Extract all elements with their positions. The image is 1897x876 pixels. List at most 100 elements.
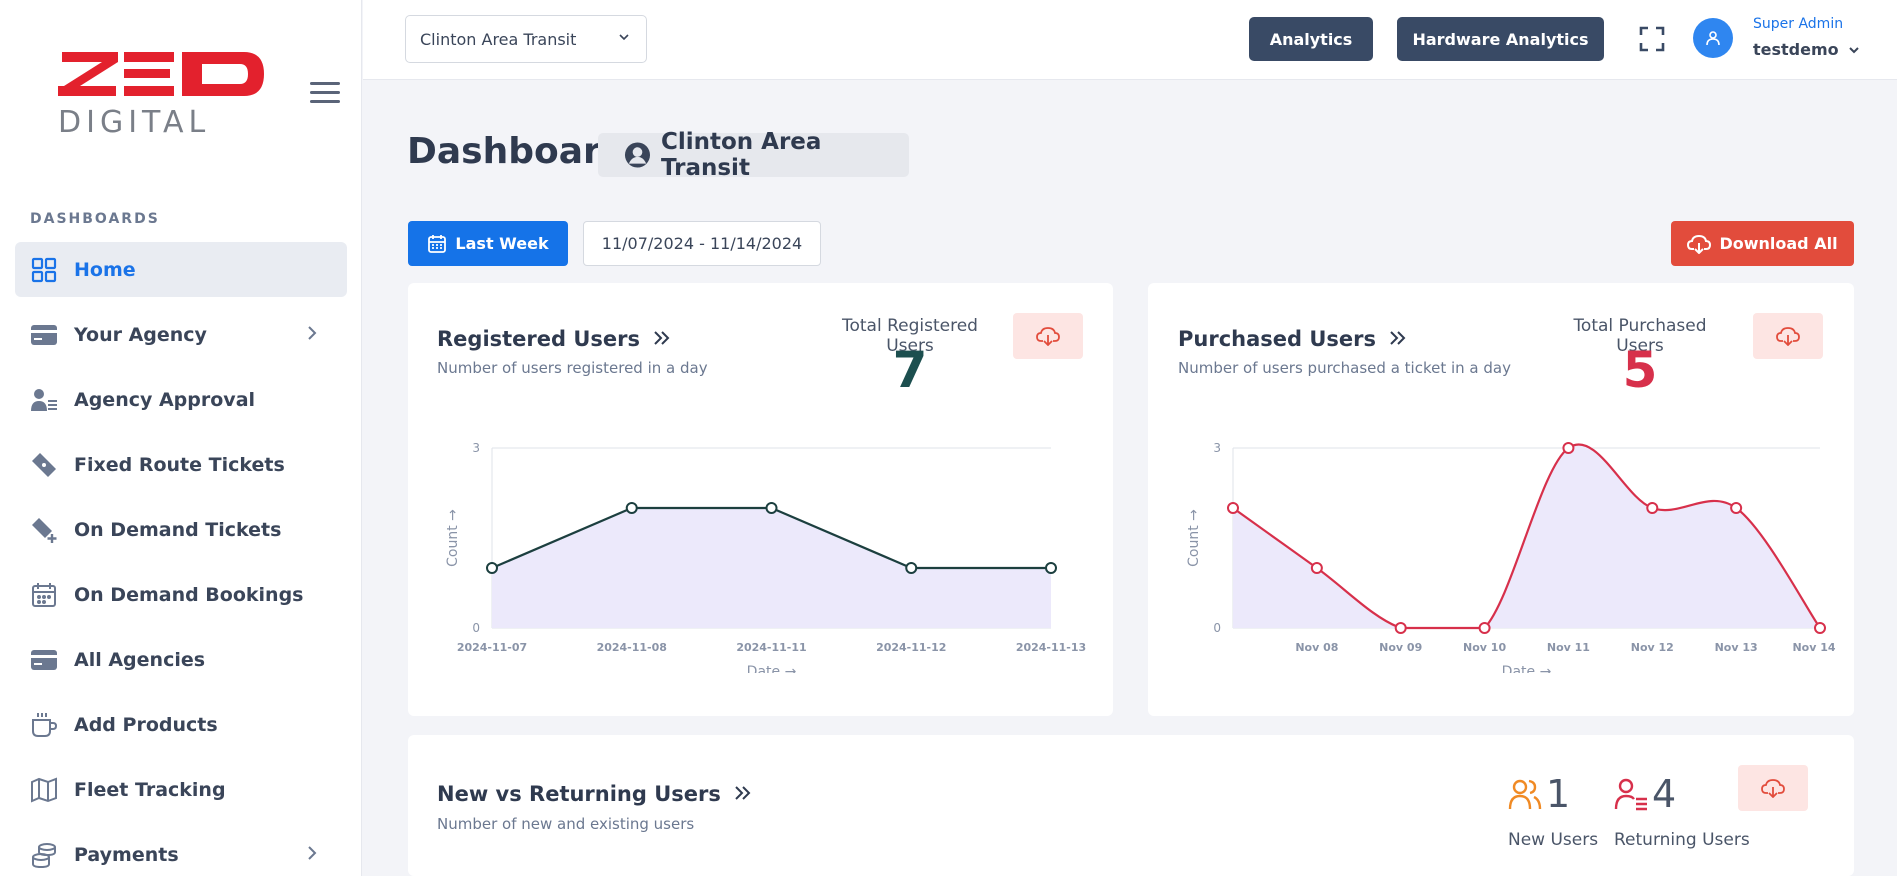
menu-toggle-icon[interactable] xyxy=(310,82,340,106)
sidebar-item-your-agency[interactable]: Your Agency xyxy=(15,307,347,362)
cup-icon xyxy=(30,711,58,739)
y-tick-label: 0 xyxy=(1213,621,1221,635)
x-tick-label: Nov 14 xyxy=(1792,641,1835,654)
avatar[interactable] xyxy=(1693,18,1733,58)
data-point xyxy=(1310,562,1323,574)
y-tick-label: 0 xyxy=(472,621,480,635)
download-all-button[interactable]: Download All xyxy=(1671,221,1854,266)
purchased-users-title-text: Purchased Users xyxy=(1178,327,1377,351)
registered-users-card: Registered Users Number of users registe… xyxy=(408,283,1113,716)
sidebar-item-fleet-tracking[interactable]: Fleet Tracking xyxy=(15,762,347,817)
data-point xyxy=(1045,562,1057,574)
sidebar-item-fixed-route-tickets[interactable]: Fixed Route Tickets xyxy=(15,437,347,492)
new-vs-returning-card: New vs Returning Users Number of new and… xyxy=(408,735,1854,876)
sidebar-item-label: All Agencies xyxy=(74,648,206,671)
data-point xyxy=(1814,622,1826,634)
cloud-download-icon xyxy=(1687,234,1712,254)
sidebar-item-agency-approval[interactable]: Agency Approval xyxy=(15,372,347,427)
chevron-down-icon xyxy=(619,34,629,41)
x-tick-label: Nov 12 xyxy=(1631,641,1674,654)
sidebar-item-on-demand-tickets[interactable]: On Demand Tickets xyxy=(15,502,347,557)
double-chevron-right-icon xyxy=(654,331,670,345)
sidebar-item-on-demand-bookings[interactable]: On Demand Bookings xyxy=(15,567,347,622)
y-tick-label: 3 xyxy=(472,441,480,455)
x-axis-label: Date → xyxy=(747,664,797,673)
user-list-icon xyxy=(30,386,58,414)
new-users-label: New Users xyxy=(1508,830,1599,850)
total-registered-value: 7 xyxy=(892,341,928,399)
user-circle-icon xyxy=(624,142,651,168)
data-point xyxy=(1646,502,1659,514)
user-list-icon xyxy=(1614,778,1647,811)
cloud-download-icon xyxy=(1036,327,1060,346)
username-dropdown[interactable]: testdemo xyxy=(1753,40,1860,59)
registered-users-subtitle: Number of users registered in a day xyxy=(437,359,708,377)
x-tick-label: Nov 13 xyxy=(1715,641,1758,654)
last-week-label: Last Week xyxy=(455,234,549,253)
svg-text:DIGITAL: DIGITAL xyxy=(58,105,210,136)
sidebar-item-home[interactable]: Home xyxy=(15,242,347,297)
y-tick-label: 3 xyxy=(1213,441,1221,455)
total-purchased-value: 5 xyxy=(1622,341,1658,399)
x-tick-label: 2024-11-08 xyxy=(597,641,667,654)
analytics-button[interactable]: Analytics xyxy=(1249,17,1373,61)
double-chevron-right-icon xyxy=(1390,331,1406,345)
sidebar-nav: Home Your Agency Agency Approval Fixed R… xyxy=(15,242,347,876)
last-week-button[interactable]: Last Week xyxy=(408,221,568,266)
sidebar: DIGITAL DASHBOARDS Home Your Agency Agen… xyxy=(0,0,362,876)
returning-users-label: Returning Users xyxy=(1614,830,1750,850)
hardware-analytics-button[interactable]: Hardware Analytics xyxy=(1397,17,1604,61)
registered-download-button[interactable] xyxy=(1013,313,1083,359)
x-tick-label: 2024-11-07 xyxy=(457,641,527,654)
sidebar-item-payments[interactable]: Payments xyxy=(15,827,347,876)
x-tick-label: Nov 09 xyxy=(1379,641,1422,654)
data-point xyxy=(625,502,638,514)
coins-icon xyxy=(30,841,58,869)
data-point xyxy=(1227,502,1239,514)
x-tick-label: Nov 10 xyxy=(1463,641,1506,654)
sidebar-item-add-products[interactable]: Add Products xyxy=(15,697,347,752)
sidebar-item-label: Add Products xyxy=(74,713,218,736)
username: testdemo xyxy=(1753,40,1839,59)
agency-select-value: Clinton Area Transit xyxy=(420,29,577,49)
agency-select[interactable]: Clinton Area Transit xyxy=(405,15,647,63)
data-point xyxy=(1730,502,1743,514)
new-users-count: 1 xyxy=(1546,772,1571,816)
sidebar-item-label: Your Agency xyxy=(74,323,207,346)
date-range-input[interactable]: 11/07/2024 - 11/14/2024 xyxy=(583,221,821,266)
new-vs-returning-title[interactable]: New vs Returning Users xyxy=(437,782,752,806)
card-icon xyxy=(30,646,58,674)
purchased-download-button[interactable] xyxy=(1753,313,1823,359)
ticket-icon xyxy=(30,451,58,479)
chevron-right-icon xyxy=(308,846,317,860)
sidebar-item-label: Payments xyxy=(74,843,179,866)
data-point xyxy=(765,502,778,514)
grid-icon xyxy=(30,256,58,284)
returning-users-stat: 4 xyxy=(1614,772,1676,816)
new-vs-returning-download-button[interactable] xyxy=(1738,765,1808,811)
y-axis-label: Count → xyxy=(1186,509,1202,567)
chevron-right-icon xyxy=(308,326,317,340)
x-tick-label: Nov 11 xyxy=(1547,641,1590,654)
user-role: Super Admin xyxy=(1753,16,1844,32)
y-axis-label: Count → xyxy=(445,509,461,567)
x-tick-label: 2024-11-12 xyxy=(876,641,946,654)
purchased-users-title[interactable]: Purchased Users xyxy=(1178,327,1407,351)
purchased-users-subtitle: Number of users purchased a ticket in a … xyxy=(1178,359,1511,377)
fullscreen-icon[interactable] xyxy=(1638,25,1666,53)
new-vs-returning-title-text: New vs Returning Users xyxy=(437,782,721,806)
data-point xyxy=(1394,622,1407,634)
cloud-download-icon xyxy=(1776,327,1800,346)
data-point xyxy=(905,562,918,574)
cloud-download-icon xyxy=(1761,779,1785,798)
agency-chip-label: Clinton Area Transit xyxy=(660,129,822,181)
sidebar-item-label: On Demand Tickets xyxy=(74,518,282,541)
page-title: Dashboard xyxy=(407,131,627,172)
zed-digital-logo: DIGITAL xyxy=(58,52,264,136)
double-chevron-right-icon xyxy=(735,786,751,800)
returning-users-count: 4 xyxy=(1652,772,1677,816)
sidebar-item-all-agencies[interactable]: All Agencies xyxy=(15,632,347,687)
registered-users-title[interactable]: Registered Users xyxy=(437,327,671,351)
chevron-down-icon xyxy=(1849,47,1859,54)
registered-users-chart: 0 3 2024-11-07 2024-11-08 2024-11-11 2024-11-… xyxy=(445,441,1086,673)
